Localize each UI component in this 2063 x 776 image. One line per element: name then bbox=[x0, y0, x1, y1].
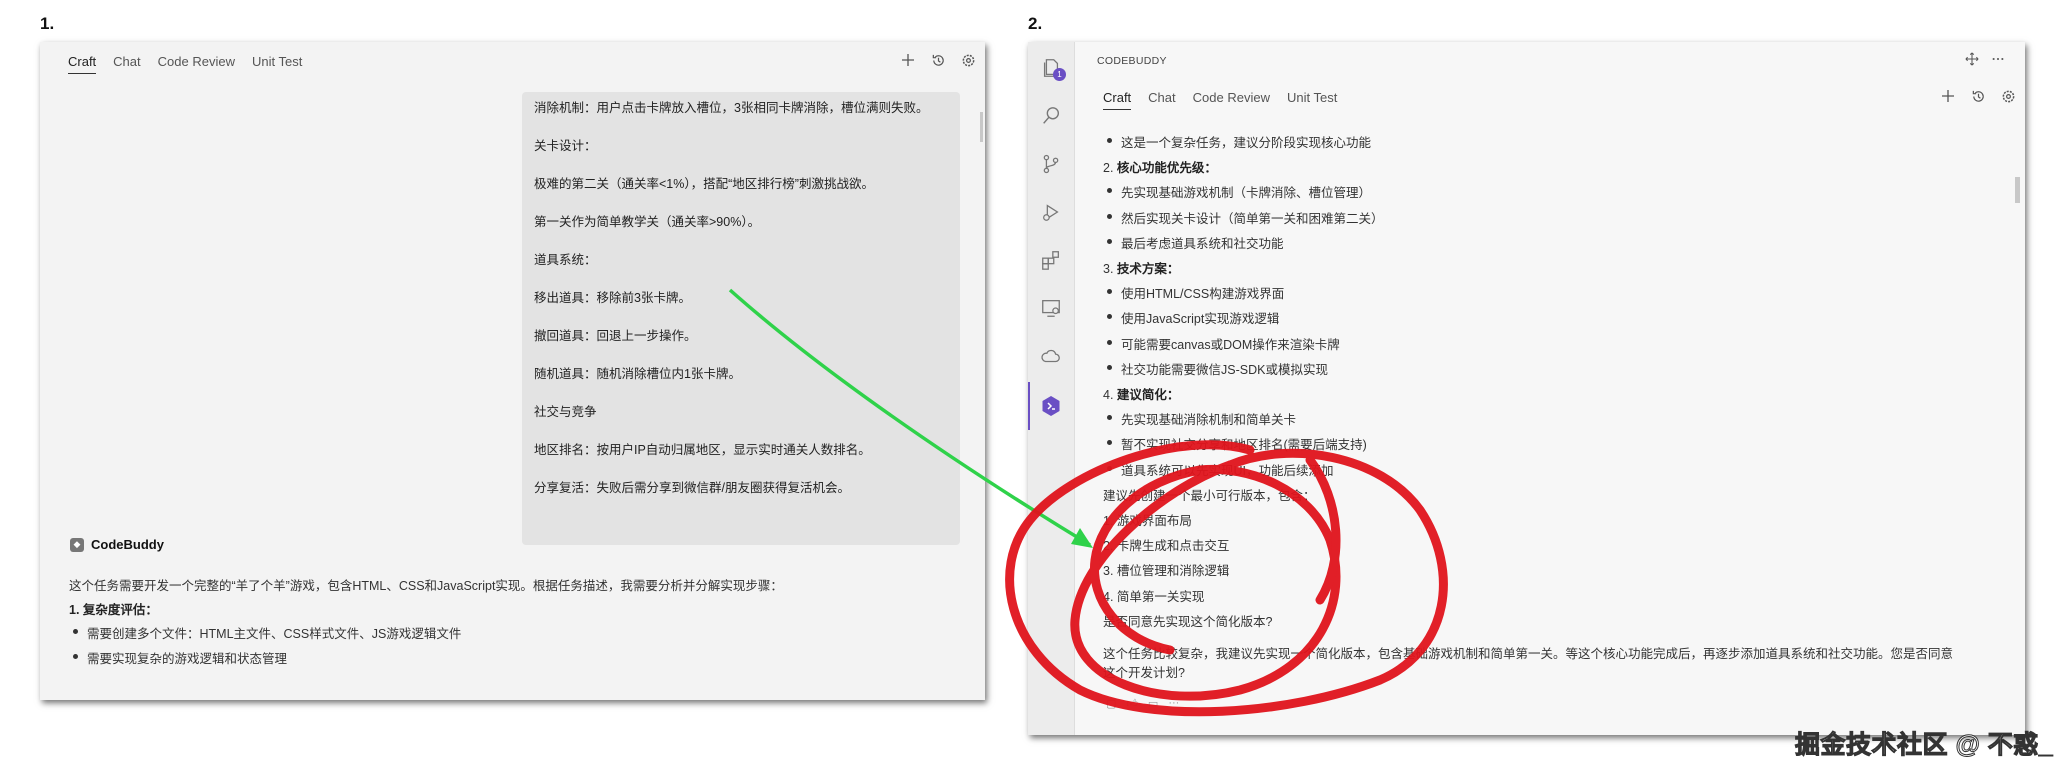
tab-unit-test[interactable]: Unit Test bbox=[1287, 90, 1337, 110]
plus-icon[interactable] bbox=[1940, 88, 1956, 104]
message-line: 关卡设计： bbox=[534, 139, 597, 153]
tab-craft[interactable]: Craft bbox=[1103, 90, 1132, 110]
message-line: 分享复活：失败后需分享到微信群/朋友圈获得复活机会。 bbox=[534, 481, 850, 495]
more-icon[interactable] bbox=[1990, 51, 2006, 67]
complexity-heading: 1. 复杂度评估： bbox=[69, 603, 158, 617]
message-actions: ▢ 👍︎ ▭ ··· bbox=[1106, 697, 1179, 710]
section-heading: 4. 建议简化： bbox=[1103, 384, 1179, 403]
heading-number: 4. bbox=[1103, 388, 1117, 402]
active-indicator bbox=[1028, 382, 1030, 430]
scrollbar[interactable] bbox=[980, 112, 983, 142]
list-item: 先实现基础游戏机制（卡牌消除、槽位管理） bbox=[1106, 182, 1371, 201]
list-item: 使用HTML/CSS构建游戏界面 bbox=[1106, 283, 1284, 302]
list-item: 可能需要canvas或DOM操作来渲染卡牌 bbox=[1107, 334, 1340, 353]
list-item: 需要创建多个文件：HTML主文件、CSS样式文件、JS游戏逻辑文件 bbox=[72, 623, 461, 642]
section-heading: 2. 核心功能优先级： bbox=[1103, 157, 1217, 176]
heading-number: 2. bbox=[1103, 161, 1117, 176]
user-message-bubble: 消除机制：用户点击卡牌放入槽位，3张相同卡牌消除，槽位满则失败。 关卡设计： 极… bbox=[522, 92, 960, 545]
list-item: 需要实现复杂的游戏逻辑和状态管理 bbox=[72, 648, 287, 667]
paragraph-line: 2. 卡牌生成和点击交互 bbox=[1103, 539, 1230, 554]
list-item: 先实现基础消除机制和简单关卡 bbox=[1106, 409, 1296, 428]
chat-panel-left: Craft Chat Code Review Unit Test 消除机制：用户… bbox=[40, 42, 985, 700]
message-line: 消除机制：用户点击卡牌放入槽位，3张相同卡牌消除，槽位满则失败。 bbox=[534, 101, 929, 115]
plus-icon[interactable] bbox=[900, 52, 916, 68]
tab-bar: Craft Chat Code Review Unit Test bbox=[68, 54, 302, 74]
cloud-icon[interactable] bbox=[1039, 344, 1063, 368]
message-line: 撤回道具：回退上一步操作。 bbox=[534, 329, 697, 343]
files-icon[interactable]: 1 bbox=[1039, 56, 1066, 81]
activity-bar: 1 bbox=[1028, 42, 1075, 735]
history-icon[interactable] bbox=[930, 52, 946, 68]
tab-chat[interactable]: Chat bbox=[1148, 90, 1175, 110]
paragraph-line: 3. 槽位管理和消除逻辑 bbox=[1103, 564, 1230, 579]
paragraph-line: 1. 游戏界面布局 bbox=[1103, 514, 1192, 528]
tab-code-review[interactable]: Code Review bbox=[1193, 90, 1270, 110]
tab-bar: Craft Chat Code Review Unit Test bbox=[1103, 90, 1337, 110]
notification-badge: 1 bbox=[1053, 68, 1066, 81]
message-line: 极难的第二关（通关率<1%），搭配“地区排行榜”刺激挑战欲。 bbox=[534, 177, 874, 191]
source-control-icon[interactable] bbox=[1039, 152, 1063, 176]
toolbar bbox=[1940, 88, 2016, 104]
vscode-window-right: 1 CODEBUDDY Craft Chat Code Review Unit … bbox=[1028, 42, 2025, 735]
assistant-header: ◆ CodeBuddy bbox=[70, 537, 164, 552]
title-actions bbox=[1964, 51, 2006, 67]
closing-paragraph-line: 这个任务比较复杂，我建议先实现一个简化版本，包含基础游戏机制和简单第一关。等这个… bbox=[1103, 647, 1954, 661]
copy-icon[interactable]: ▢ bbox=[1106, 697, 1116, 710]
paragraph-line: 4. 简单第一关实现 bbox=[1103, 589, 1205, 604]
assistant-name: CodeBuddy bbox=[91, 537, 164, 552]
watermark: 掘金技术社区 @ 不惑_ bbox=[1794, 731, 2054, 760]
extensions-icon[interactable] bbox=[1039, 248, 1063, 272]
step-label-1: 1. bbox=[40, 14, 55, 33]
search-icon[interactable] bbox=[1039, 104, 1063, 128]
tab-unit-test[interactable]: Unit Test bbox=[252, 54, 302, 74]
codebuddy-icon[interactable] bbox=[1039, 394, 1063, 418]
message-line: 社交与竞争 bbox=[534, 405, 597, 419]
heading-text: 技术方案： bbox=[1116, 262, 1180, 276]
closing-paragraph-line: 这个开发计划? bbox=[1103, 666, 1185, 680]
list-item: 暂不实现社交分享和地区排名(需要后端支持) bbox=[1107, 434, 1367, 453]
assistant-intro: 这个任务需要开发一个完整的“羊了个羊”游戏，包含HTML、CSS和JavaScr… bbox=[69, 579, 783, 593]
thumbs-down-icon[interactable]: ▭ bbox=[1148, 697, 1158, 710]
gear-icon[interactable] bbox=[960, 52, 976, 68]
paragraph-line: 是否同意先实现这个简化版本? bbox=[1103, 614, 1273, 629]
list-item: 道具系统可以先实现UI，功能后续添加 bbox=[1107, 460, 1334, 479]
heading-number: 3. bbox=[1103, 262, 1117, 276]
message-line: 道具系统： bbox=[534, 253, 597, 267]
scrollbar[interactable] bbox=[2015, 177, 2020, 203]
list-item: 最后考虑道具系统和社交功能 bbox=[1107, 233, 1284, 252]
view-title: CODEBUDDY bbox=[1097, 55, 1167, 67]
remote-explorer-icon[interactable] bbox=[1039, 296, 1063, 320]
message-line: 随机道具：随机消除槽位内1张卡牌。 bbox=[534, 367, 741, 381]
gear-icon[interactable] bbox=[2000, 88, 2016, 104]
section-heading: 3. 技术方案： bbox=[1103, 258, 1179, 277]
history-icon[interactable] bbox=[1970, 88, 1986, 104]
list-item: 社交功能需要微信JS-SDK或模拟实现 bbox=[1107, 359, 1328, 378]
tab-code-review[interactable]: Code Review bbox=[158, 54, 235, 74]
tab-chat[interactable]: Chat bbox=[113, 54, 140, 74]
codebuddy-logo-icon: ◆ bbox=[70, 537, 84, 552]
list-item: 然后实现关卡设计（简单第一关和困难第二关） bbox=[1107, 208, 1384, 227]
heading-text: 核心功能优先级： bbox=[1116, 161, 1217, 176]
move-icon[interactable] bbox=[1964, 51, 1980, 67]
step-label-2: 2. bbox=[1028, 14, 1043, 33]
toolbar bbox=[900, 52, 976, 68]
list-item: 使用JavaScript实现游戏逻辑 bbox=[1106, 308, 1279, 327]
message-line: 移出道具：移除前3张卡牌。 bbox=[534, 291, 691, 305]
more-icon[interactable]: ··· bbox=[1168, 697, 1179, 710]
list-item: 这是一个复杂任务，建议分阶段实现核心功能 bbox=[1106, 132, 1371, 151]
message-line: 第一关作为简单教学关（通关率>90%）。 bbox=[534, 215, 761, 229]
message-line: 地区排名：按用户IP自动归属地区，显示实时通关人数排名。 bbox=[534, 443, 871, 457]
run-debug-icon[interactable] bbox=[1039, 200, 1063, 224]
heading-text: 建议简化： bbox=[1116, 388, 1180, 402]
tab-craft[interactable]: Craft bbox=[68, 54, 97, 74]
thumbs-up-icon[interactable]: 👍︎ bbox=[1126, 697, 1138, 710]
paragraph-line: 建议先创建一个最小可行版本，包含： bbox=[1103, 488, 1316, 503]
